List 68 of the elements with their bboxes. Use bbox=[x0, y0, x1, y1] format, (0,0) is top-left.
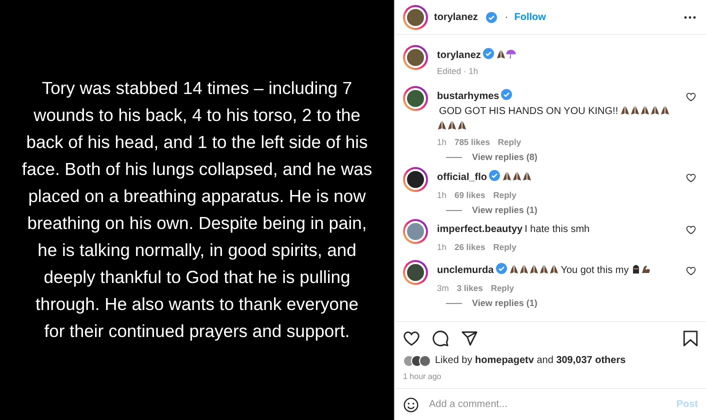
praying-hands-icon bbox=[640, 104, 650, 115]
comment-time: 1h bbox=[437, 241, 446, 254]
reply-link[interactable]: Reply bbox=[498, 136, 522, 148]
reply-link[interactable]: Reply bbox=[493, 188, 516, 202]
comment-text: I hate this smh bbox=[524, 224, 590, 236]
praying-hands-icon bbox=[630, 104, 640, 115]
comment-bubble-icon[interactable] bbox=[432, 330, 449, 347]
like-heart-icon[interactable] bbox=[686, 92, 696, 102]
separator-dot: · bbox=[504, 10, 508, 24]
likes-count[interactable]: 26 likes bbox=[454, 241, 486, 254]
praying-hands-icon bbox=[528, 264, 539, 274]
praying-hands-icon bbox=[620, 104, 630, 115]
comment-time: 3m bbox=[437, 282, 449, 295]
liker-avatars bbox=[403, 354, 431, 366]
comment-text: You got this my bbox=[560, 265, 629, 276]
username[interactable]: bustarhymes bbox=[437, 90, 500, 102]
praying-hands-icon bbox=[650, 104, 660, 115]
praying-hands-icon bbox=[457, 120, 467, 130]
bookmark-icon[interactable] bbox=[683, 330, 698, 347]
username[interactable]: official_flo bbox=[437, 172, 488, 182]
view-replies-link[interactable]: View replies (8) bbox=[472, 150, 538, 164]
username[interactable]: torylanez bbox=[434, 10, 478, 24]
praying-hands-icon bbox=[447, 120, 457, 130]
username[interactable]: unclemurda bbox=[437, 265, 494, 276]
share-paper-plane-icon[interactable] bbox=[461, 330, 478, 347]
comment-time: 1h bbox=[437, 188, 446, 202]
avatar[interactable] bbox=[403, 219, 428, 244]
view-replies-link[interactable]: View replies (1) bbox=[472, 204, 538, 217]
like-heart-icon[interactable] bbox=[403, 330, 420, 347]
smiley-icon[interactable] bbox=[403, 396, 419, 412]
follow-link[interactable]: Follow bbox=[514, 10, 546, 24]
avatar[interactable] bbox=[403, 45, 428, 70]
story-text: Tory was stabbed 14 times – including 7 wounds to his back, 4 to his torso, 2 to the back of his head, and 1 to the left side of his face. Both of his lungs collapsed, and he was placed on a breathing apparatus. He is now breathing on his own. Despite being in pain, he is talking normally, in good spirits, and deeply thankful to God that he is pulling through. He also wants to thank everyone for their continued prayers and support. bbox=[22, 77, 372, 343]
praying-hands-icon bbox=[548, 264, 559, 274]
praying-hands-icon bbox=[496, 49, 506, 59]
reply-link[interactable]: Reply bbox=[490, 282, 514, 295]
praying-hands-icon bbox=[508, 264, 519, 274]
praying-hands-icon bbox=[437, 120, 447, 130]
liked-by-text: Liked by homepagetv and 309,037 others bbox=[435, 354, 626, 368]
comment-time: 1h bbox=[437, 136, 446, 148]
edited-time: Edited · 1h bbox=[437, 65, 480, 78]
username[interactable]: torylanez bbox=[437, 50, 481, 61]
likes-count[interactable]: 785 likes bbox=[454, 136, 490, 148]
praying-hands-icon bbox=[538, 264, 549, 274]
praying-hands-icon bbox=[518, 264, 529, 274]
username[interactable]: imperfect.beautyy bbox=[437, 224, 523, 236]
praying-hands-icon bbox=[502, 170, 512, 180]
avatar[interactable] bbox=[403, 260, 428, 285]
avatar[interactable] bbox=[403, 166, 428, 192]
like-heart-icon[interactable] bbox=[686, 225, 696, 236]
praying-hands-icon bbox=[512, 170, 522, 180]
ninja-icon bbox=[630, 264, 641, 274]
more-options-icon[interactable] bbox=[684, 16, 696, 18]
avatar[interactable] bbox=[403, 4, 428, 30]
praying-hands-icon bbox=[522, 170, 532, 180]
flexed-arm-icon bbox=[640, 264, 651, 274]
like-heart-icon[interactable] bbox=[686, 172, 696, 182]
avatar[interactable] bbox=[403, 86, 428, 111]
like-heart-icon[interactable] bbox=[686, 266, 696, 276]
view-replies-link[interactable]: View replies (1) bbox=[472, 297, 538, 310]
post-time: 1 hour ago bbox=[403, 371, 442, 383]
umbrella-icon bbox=[506, 48, 516, 59]
likes-count[interactable]: 69 likes bbox=[454, 188, 486, 202]
praying-hands-icon bbox=[660, 104, 670, 115]
comment-text: GOD GOT HIS HANDS ON YOU KING!! bbox=[439, 106, 618, 117]
likes-count[interactable]: 3 likes bbox=[456, 282, 483, 295]
comment-input-field[interactable]: Add a comment... bbox=[429, 397, 666, 412]
reply-link[interactable]: Reply bbox=[493, 241, 516, 254]
